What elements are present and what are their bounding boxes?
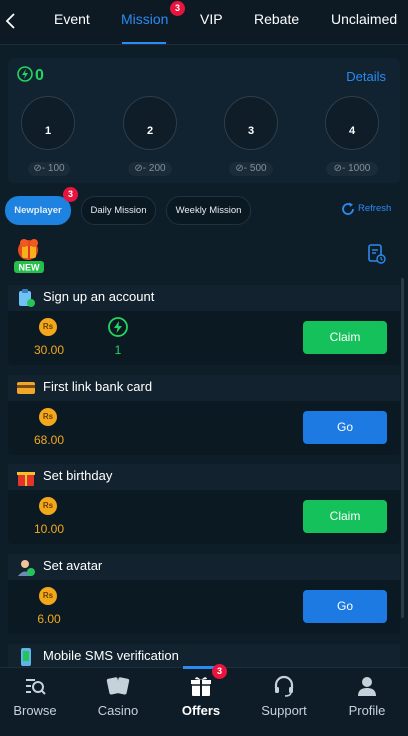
go-button[interactable]: Go [303,590,387,623]
active-tab-indicator [122,42,166,44]
tab-mission[interactable]: Mission [121,11,168,27]
avatar-icon [18,560,35,576]
filter-weekly-mission[interactable]: Weekly Mission [166,196,251,225]
reward-amount: 6.00 [37,612,61,626]
level-label: 3 [247,125,255,137]
threshold-value: - 500 [243,163,267,174]
task-reward-row: Rs 10.00 Claim [8,490,400,544]
casino-cards-icon [106,677,130,695]
task-header: Set avatar [8,554,400,580]
claim-button[interactable]: Claim [303,321,387,354]
filter-newplayer[interactable]: Newplayer [5,196,71,225]
rupee-coin-icon: Rs [39,408,57,426]
mobile-phone-icon [21,648,31,666]
clipboard-icon [19,289,35,307]
newplayer-badge: 3 [63,187,78,202]
task-header: First link bank card [8,375,400,401]
level-circle-1: 1 [21,96,75,150]
task-title: Set avatar [43,558,103,573]
mission-history-icon[interactable] [368,244,386,264]
level-label: 4 [348,125,356,137]
lightning-icon: ⊘ [33,163,42,174]
nav-label: Support [261,703,307,718]
gift-icon [191,677,211,696]
task-title: Sign up an account [43,289,155,304]
task-reward-row: Rs 6.00 Go [8,580,400,634]
refresh-label: Refresh [358,203,392,214]
new-label: NEW [19,263,41,273]
bottom-nav: Browse Casino Offers 3 Support Profile [0,664,408,736]
scrollbar[interactable] [401,278,404,618]
lightning-icon [17,66,33,82]
mission-level-card: 0 Details 1 2 3 4 ⊘- 100 ⊘- 200 ⊘- 500 ⊘… [8,58,400,183]
new-gift-icon: NEW [10,236,50,274]
nav-offers[interactable]: Offers [166,674,236,718]
level-threshold-3: ⊘- 500 [229,162,273,176]
level-threshold-4: ⊘- 1000 [326,162,378,176]
task-reward-row: Rs 68.00 Go [8,401,400,455]
lightning-icon: ⊘ [333,163,343,174]
lightning-icon: ⊘ [134,163,143,174]
rupee-coin-icon: Rs [39,497,57,515]
level-circle-4: 4 [325,96,379,150]
nav-casino[interactable]: Casino [83,674,153,718]
task-reward-row: Rs 30.00 1 Claim [8,311,400,365]
threshold-value: - 1000 [342,163,371,174]
tab-unclaimed[interactable]: Unclaimed [331,11,397,27]
browse-icon [26,679,46,695]
level-threshold-1: ⊘- 100 [28,162,70,176]
reward-amount: 68.00 [33,433,65,447]
tab-event[interactable]: Event [54,11,90,27]
tab-vip[interactable]: VIP [200,11,223,27]
level-circle-3: 3 [224,96,278,150]
lightning-icon: ⊘ [235,163,244,174]
reward-amount: 10.00 [33,522,65,536]
lightning-icon [108,317,128,337]
filter-daily-mission[interactable]: Daily Mission [81,196,156,225]
task-header: Set birthday [8,464,400,490]
nav-label: Casino [97,703,139,718]
nav-label: Browse [13,703,57,718]
nav-label: Offers [181,703,221,718]
task-title: First link bank card [43,379,153,394]
nav-profile[interactable]: Profile [332,674,402,718]
top-tab-bar: Event Mission 3 VIP Rebate Unclaimed [0,0,408,45]
level-label: 2 [146,125,154,137]
mission-badge: 3 [170,1,185,16]
threshold-value: - 200 [142,163,166,174]
tab-rebate[interactable]: Rebate [254,11,299,27]
claim-button[interactable]: Claim [303,500,387,533]
reward-amount: 30.00 [33,343,65,357]
offers-badge: 3 [212,664,227,679]
gift-box-icon [17,472,35,486]
task-header: Sign up an account [8,285,400,311]
points-reward: 1 [114,343,122,357]
rupee-coin-icon: Rs [39,587,57,605]
headset-icon [274,675,294,697]
refresh-icon [342,202,354,215]
details-link[interactable]: Details [346,69,386,84]
rupee-coin-icon: Rs [39,318,57,336]
profile-icon [358,677,376,696]
task-title: Mobile SMS verification [43,648,179,663]
task-title: Set birthday [43,468,113,483]
points-total: 0 [35,67,44,84]
go-button[interactable]: Go [303,411,387,444]
nav-support[interactable]: Support [249,674,319,718]
threshold-value: - 100 [41,163,65,174]
level-circle-2: 2 [123,96,177,150]
bank-card-icon [17,382,35,394]
level-label: 1 [44,125,52,137]
level-threshold-2: ⊘- 200 [128,162,172,176]
back-arrow-icon[interactable] [4,8,18,34]
nav-label: Profile [348,703,386,718]
nav-browse[interactable]: Browse [0,674,70,718]
